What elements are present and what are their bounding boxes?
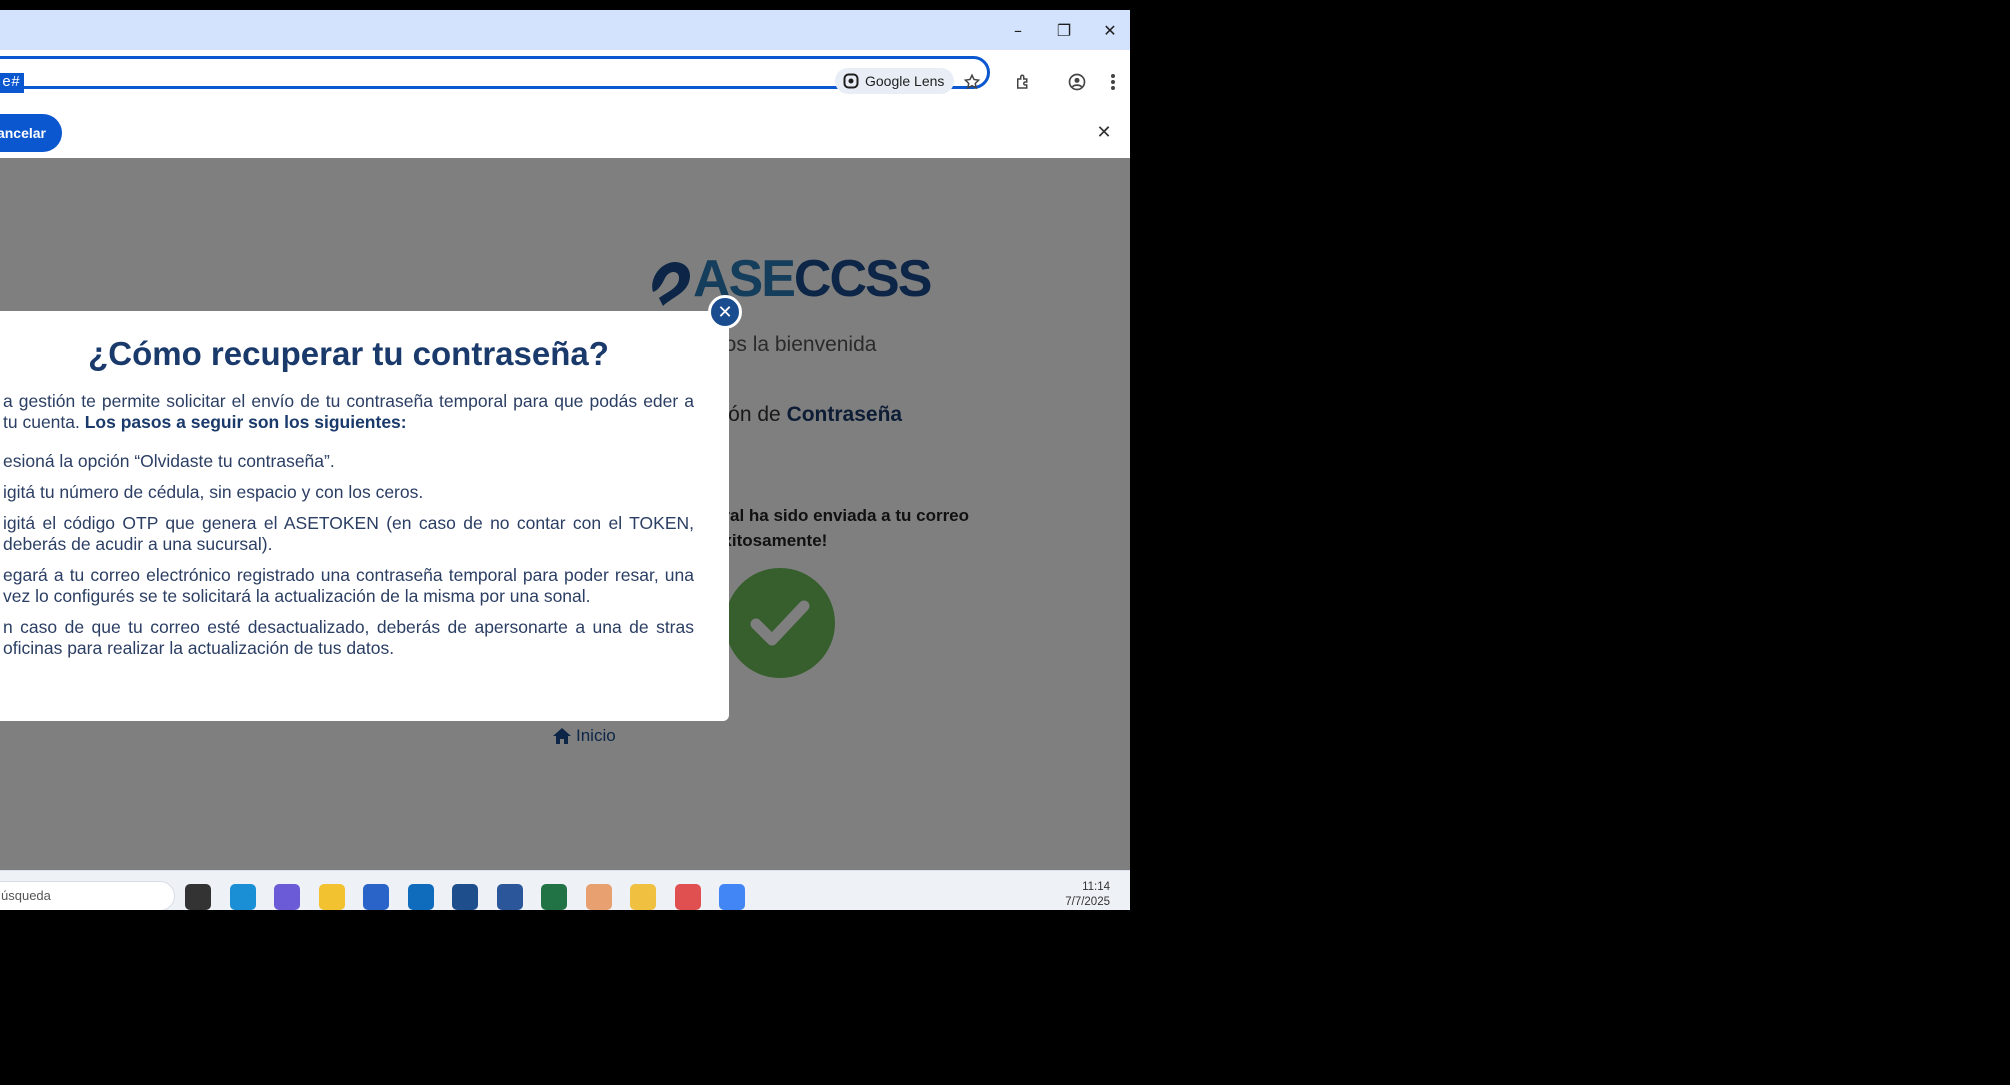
password-help-modal: ¿Cómo recuperar tu contraseña? a gestión… — [0, 311, 729, 721]
web-page: ASECCSS nos la bienvenida ción de Contra… — [0, 158, 1130, 870]
step-item: n caso de que tu correo esté desactualiz… — [3, 617, 694, 658]
modal-close-icon[interactable]: ✕ — [708, 295, 742, 329]
cancel-button[interactable]: Cancelar — [0, 114, 62, 152]
minimize-button[interactable]: – — [995, 10, 1041, 50]
step-item: esioná la opción “Olvidaste tu contraseñ… — [3, 451, 335, 471]
address-bar-selected-text[interactable]: e# — [0, 73, 25, 93]
word-icon[interactable] — [496, 884, 523, 910]
snipping-tool-icon[interactable] — [674, 884, 701, 910]
close-window-button[interactable]: ✕ — [1087, 10, 1130, 50]
screen: – ❐ ✕ e# Google Lens Cancelar ✕ ASECCSS … — [0, 10, 1130, 910]
browser-titlebar: – ❐ ✕ — [0, 10, 1130, 50]
outlook-icon[interactable] — [407, 884, 434, 910]
m365-icon[interactable] — [274, 884, 300, 910]
extensions-puzzle-icon[interactable] — [1009, 68, 1037, 96]
infobar — [0, 106, 1130, 158]
infobar-close-icon[interactable]: ✕ — [1090, 118, 1118, 146]
step-item: igitá el código OTP que genera el ASETOK… — [3, 513, 694, 554]
modal-intro: a gestión te permite solicitar el envío … — [3, 391, 694, 433]
taskbar-search-input[interactable]: úsqueda — [0, 881, 175, 910]
restore-button[interactable]: ❐ — [1041, 10, 1087, 50]
google-lens-button[interactable]: Google Lens — [835, 68, 955, 94]
azure-icon[interactable] — [452, 884, 478, 910]
modal-intro-bold: Los pasos a seguir son los siguientes: — [84, 412, 407, 432]
steps-list: esioná la opción “Olvidaste tu contraseñ… — [3, 451, 694, 659]
clock-date: 7/7/2025 — [1065, 896, 1110, 908]
step-item: egará a tu correo electrónico registrado… — [3, 565, 694, 606]
taskbar-clock[interactable]: 11:14 7/7/2025 — [1040, 880, 1110, 910]
tools-icon[interactable] — [630, 884, 656, 910]
excel-icon[interactable] — [541, 884, 567, 910]
profile-icon[interactable] — [1063, 68, 1091, 96]
teams-people-icon[interactable] — [585, 884, 612, 910]
taskbar: úsqueda 11:14 7/7/2025 — [0, 870, 1130, 910]
step-item: igitá tu número de cédula, sin espacio y… — [3, 482, 424, 502]
edge-icon[interactable] — [229, 884, 256, 910]
browser-menu-icon[interactable] — [1099, 68, 1127, 96]
modal-title: ¿Cómo recuperar tu contraseña? — [88, 335, 609, 372]
task-view-icon[interactable] — [185, 884, 211, 910]
bookmark-star-icon[interactable] — [958, 68, 986, 96]
google-lens-icon — [843, 73, 859, 89]
google-lens-label: Google Lens — [865, 73, 945, 89]
clock-time: 11:14 — [1082, 881, 1110, 893]
store-icon[interactable] — [363, 884, 389, 910]
file-explorer-icon[interactable] — [318, 884, 345, 910]
chrome-icon[interactable] — [719, 884, 745, 910]
